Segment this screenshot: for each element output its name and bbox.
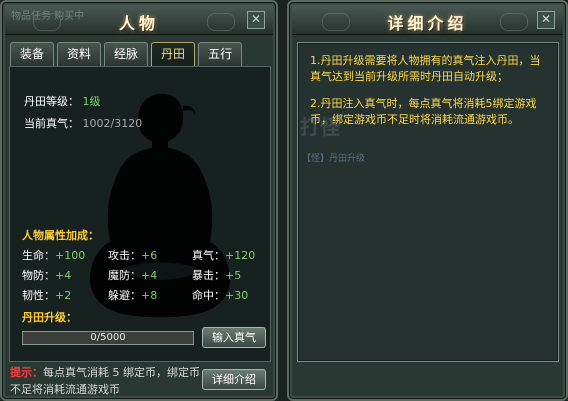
dantian-content: 丹田等级： 1级 当前真气： 1002/3120 人物属性加成： 生命：+100…	[9, 66, 271, 362]
stat-toughness-value: +2	[55, 289, 72, 302]
dantian-progress-bar: 0/5000	[22, 331, 194, 345]
stat-magic-defense: 魔防：+4	[108, 267, 157, 283]
stat-accuracy-value: +30	[225, 289, 249, 302]
stat-magic-defense-value: +4	[141, 269, 158, 282]
stat-magic-defense-label: 魔防：	[108, 269, 141, 282]
current-qi-value: 1002/3120	[82, 117, 143, 130]
stat-dodge: 躲避：+8	[108, 287, 157, 303]
cost-hint: 提示：每点真气消耗 5 绑定币，绑定币不足将消耗流通游戏币	[10, 364, 200, 398]
character-title: 人物	[118, 14, 159, 33]
stat-dodge-label: 躲避：	[108, 289, 141, 302]
stat-crit-value: +5	[225, 269, 242, 282]
dantian-level-value: 1级	[82, 95, 101, 108]
tab-five-elements[interactable]: 五行	[198, 42, 243, 66]
stat-qi-label: 真气：	[192, 249, 225, 262]
stat-physical-defense-value: +4	[55, 269, 72, 282]
stat-physical-defense: 物防：+4	[22, 267, 71, 283]
detail-title: 详细介绍	[387, 14, 468, 33]
detail-panel: 详细介绍 ✕ 1.丹田升级需要将人物拥有的真气注入丹田，当真气达到当前升级所需时…	[287, 0, 568, 401]
background-small-watermark: 【怪】丹田升级	[302, 154, 366, 164]
dantian-level: 丹田等级： 1级	[24, 93, 101, 109]
background-watermark: 打怪	[300, 115, 340, 139]
attribute-bonus-title: 人物属性加成：	[22, 229, 99, 242]
detail-item-1: 1.丹田升级需要将人物拥有的真气注入丹田，当真气达到当前升级所需时丹田自动升级；	[310, 54, 541, 83]
stat-qi: 真气：+120	[192, 247, 255, 263]
stat-accuracy-label: 命中：	[192, 289, 225, 302]
stat-attack-value: +6	[141, 249, 158, 262]
current-qi-label: 当前真气：	[24, 117, 79, 130]
stat-qi-value: +120	[225, 249, 256, 262]
dantian-level-label: 丹田等级：	[24, 95, 79, 108]
stat-toughness-label: 韧性：	[22, 289, 55, 302]
stat-dodge-value: +8	[141, 289, 158, 302]
stat-physical-defense-label: 物防：	[22, 269, 55, 282]
close-icon[interactable]: ✕	[537, 11, 555, 29]
tab-dantian[interactable]: 丹田	[151, 42, 196, 66]
inject-qi-button[interactable]: 输入真气	[202, 327, 266, 348]
character-titlebar: 物品任务 购买中 人物 ✕	[5, 5, 273, 35]
dantian-progress-text: 0/5000	[90, 332, 126, 343]
stat-crit: 暴击：+5	[192, 267, 241, 283]
stat-hp-value: +100	[55, 249, 86, 262]
stat-hp: 生命：+100	[22, 247, 85, 263]
detail-titlebar: 详细介绍 ✕	[292, 5, 563, 35]
current-qi: 当前真气： 1002/3120	[24, 115, 142, 131]
stat-toughness: 韧性：+2	[22, 287, 71, 303]
detail-intro-button[interactable]: 详细介绍	[202, 369, 266, 390]
stat-attack: 攻击：+6	[108, 247, 157, 263]
dantian-upgrade-title: 丹田升级：	[22, 311, 77, 324]
stat-crit-label: 暴击：	[192, 269, 225, 282]
character-tabs: 装备 资料 经脉 丹田 五行	[10, 42, 243, 66]
detail-content: 1.丹田升级需要将人物拥有的真气注入丹田，当真气达到当前升级所需时丹田自动升级；…	[297, 42, 559, 362]
tab-meridian[interactable]: 经脉	[104, 42, 149, 66]
tab-profile[interactable]: 资料	[57, 42, 102, 66]
hint-label: 提示：	[10, 366, 43, 379]
stat-hp-label: 生命：	[22, 249, 55, 262]
stat-attack-label: 攻击：	[108, 249, 141, 262]
tab-equipment[interactable]: 装备	[10, 42, 55, 66]
character-panel: 物品任务 购买中 人物 ✕ 装备 资料 经脉 丹田 五行 丹田等级： 1级 当前…	[0, 0, 278, 401]
close-icon[interactable]: ✕	[247, 11, 265, 29]
stat-accuracy: 命中：+30	[192, 287, 248, 303]
detail-item-2: 2.丹田注入真气时，每点真气将消耗5绑定游戏币，绑定游戏币不足时将消耗流通游戏币…	[310, 97, 537, 126]
